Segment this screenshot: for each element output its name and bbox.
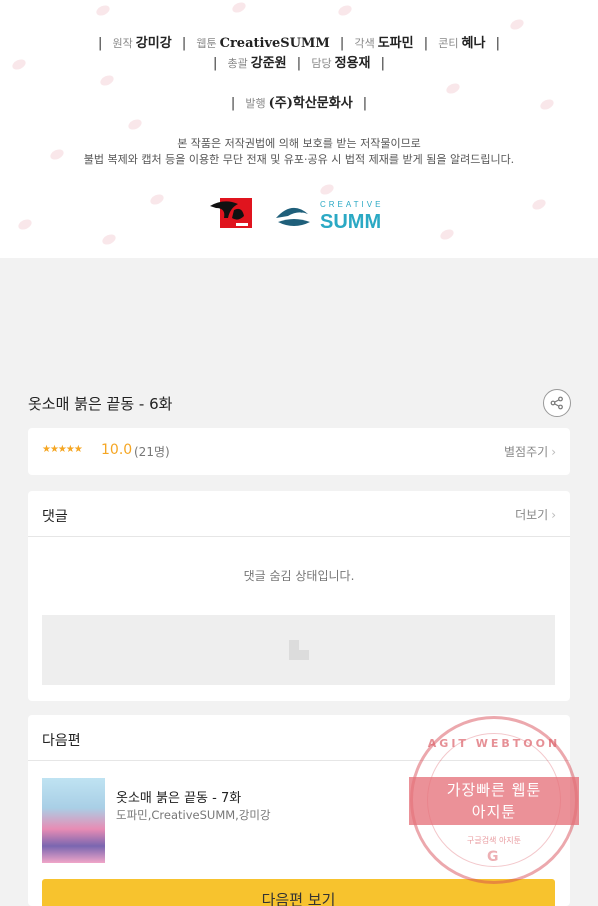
next-episode-heading: 다음편 [42,733,81,749]
rate-link[interactable]: 별점주기 › [504,443,556,460]
separator: | [362,96,368,111]
logo-summ-text: SUMM [320,211,381,232]
separator: | [98,36,103,51]
chevron-right-icon: › [551,508,556,522]
comments-card: 댓글 더보기 › 댓글 숨김 상태입니다. [28,491,570,701]
divider [28,536,570,537]
copyright-notice-line-2: 불법 복제와 캡처 등을 이용한 무단 전재 및 유포·공유 시 법적 제재를 … [83,153,515,166]
next-episode-button[interactable]: 다음편 보기 [42,879,555,906]
credits-panel: | 원작 강미강 | 웹툰 CreativeSUMM | 각색 도파민 | 콘티 혜나 … [0,0,598,258]
share-button[interactable] [543,389,571,417]
image-placeholder-icon [288,640,309,660]
credit-name: 혜나 [461,36,486,51]
summ-wave-icon: CREATIVE SUMM [276,200,383,233]
separator: | [181,36,187,51]
separator: | [230,96,236,111]
separator: | [495,36,500,51]
rating-score: 10.0 [101,442,133,458]
episode-title: 옷소매 붉은 끝동 - 6화 [28,395,173,413]
share-icon [550,396,563,410]
credits-line-2: | 총괄 강준원 | 담당 정용재 | [0,52,598,71]
copyright-notice-line-1: 본 작품은 저작권법에 의해 보호를 받는 저작물이므로 [177,137,421,150]
chevron-right-icon: › [551,445,556,459]
credit-role: 콘티 [438,37,459,50]
stamp-line-2: 아지툰 [471,803,517,821]
next-episode-title[interactable]: 옷소매 붉은 끝동 - 7화 [116,787,241,806]
next-episode-authors: 도파민,CreativeSUMM,강미강 [116,808,271,822]
next-episode-thumbnail[interactable] [42,778,105,863]
rate-link-label: 별점주기 [504,445,549,459]
stamp-bottom-text: 구글검색 아지툰 [466,836,522,845]
separator: | [212,56,218,71]
comments-hidden-message: 댓글 숨김 상태입니다. [243,569,355,583]
separator: | [380,56,385,71]
separator: | [423,36,429,51]
credit-name: 강준원 [250,56,287,71]
credit-name: (주)학산문화사 [268,96,353,111]
separator: | [339,36,345,51]
stamp-banner: 가장빠른 웹툰 아지툰 [409,777,579,825]
more-link-label: 더보기 [515,508,549,522]
credit-role: 발행 [245,97,266,110]
stamp-top-text: AGIT WEBTOON [427,737,561,750]
credit-name: CreativeSUMM [219,36,330,51]
credit-name: 정용재 [334,56,371,71]
watermark-stamp: AGIT WEBTOON 가장빠른 웹툰 아지툰 구글검색 아지툰 G [409,716,579,884]
creative-summ-logo: CREATIVE SUMM [274,196,394,233]
credit-role: 담당 [311,57,332,70]
separator: | [296,56,302,71]
credit-name: 강미강 [135,36,172,51]
credit-role: 웹툰 [196,37,217,50]
comments-heading: 댓글 [42,509,68,525]
rating-count: (21명) [134,445,170,459]
credit-name: 도파민 [377,36,414,51]
credits-publisher: | 발행 (주)학산문화사 | [0,92,598,111]
haksan-logo-icon [208,196,254,230]
credit-role: 각색 [354,37,375,50]
stamp-line-1: 가장빠른 웹툰 [446,781,542,799]
credit-role: 총괄 [227,57,248,70]
google-icon: G [487,849,499,865]
comments-more-link[interactable]: 더보기 › [515,506,556,523]
credit-role: 원작 [112,37,133,50]
ad-placeholder [42,615,555,685]
credits-line-1: | 원작 강미강 | 웹툰 CreativeSUMM | 각색 도파민 | 콘티 혜나 … [0,32,598,51]
rating-stars: ★★★★★ [42,444,83,455]
rating-card: ★★★★★ 10.0 (21명) 별점주기 › [28,428,570,475]
logo-creative-text: CREATIVE [320,200,383,209]
